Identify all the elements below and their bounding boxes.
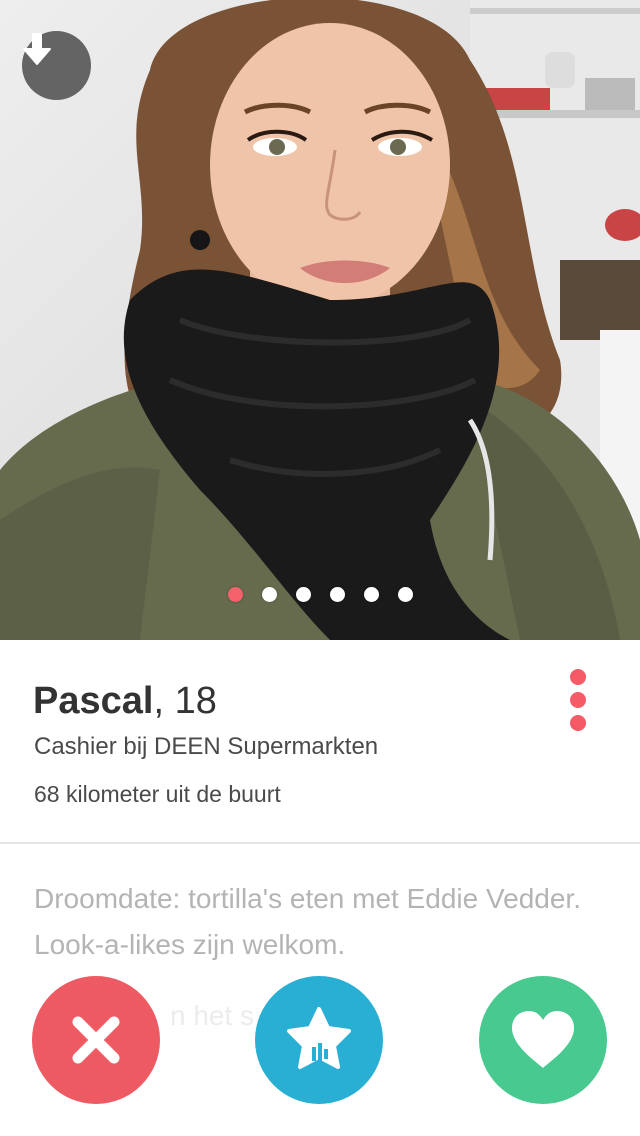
profile-bio: Droomdate: tortilla's eten met Eddie Ved… <box>34 883 581 960</box>
profile-job: Cashier bij DEEN Supermarkten <box>34 733 379 760</box>
heart-icon <box>512 1011 574 1068</box>
arrow-down-icon <box>23 33 51 65</box>
profile-distance: 68 kilometer uit de buurt <box>34 781 281 807</box>
photo-pager[interactable] <box>0 587 640 603</box>
x-icon <box>72 1016 120 1064</box>
star-icon <box>287 1007 351 1069</box>
pager-dot[interactable] <box>398 587 413 602</box>
photo-illustration <box>0 0 640 640</box>
super-like-button[interactable] <box>255 976 383 1104</box>
profile-name-age: Pascal, 18 <box>33 680 217 723</box>
vertical-dots-icon <box>570 669 586 685</box>
pager-dot[interactable] <box>364 587 379 602</box>
pager-dot[interactable] <box>262 587 277 602</box>
vertical-dots-icon <box>570 715 586 731</box>
divider <box>0 842 640 844</box>
pager-dot[interactable] <box>330 587 345 602</box>
nope-button[interactable] <box>32 976 160 1104</box>
profile-age: , 18 <box>153 680 217 722</box>
pager-dot[interactable] <box>228 587 243 602</box>
pager-dot[interactable] <box>296 587 311 602</box>
profile-name: Pascal <box>33 680 154 722</box>
profile-bio-faded: n het s <box>170 1000 255 1031</box>
more-options-button[interactable] <box>560 665 596 735</box>
like-button[interactable] <box>479 976 607 1104</box>
profile-photo[interactable] <box>0 0 640 640</box>
vertical-dots-icon <box>570 692 586 708</box>
download-button[interactable] <box>22 31 91 100</box>
